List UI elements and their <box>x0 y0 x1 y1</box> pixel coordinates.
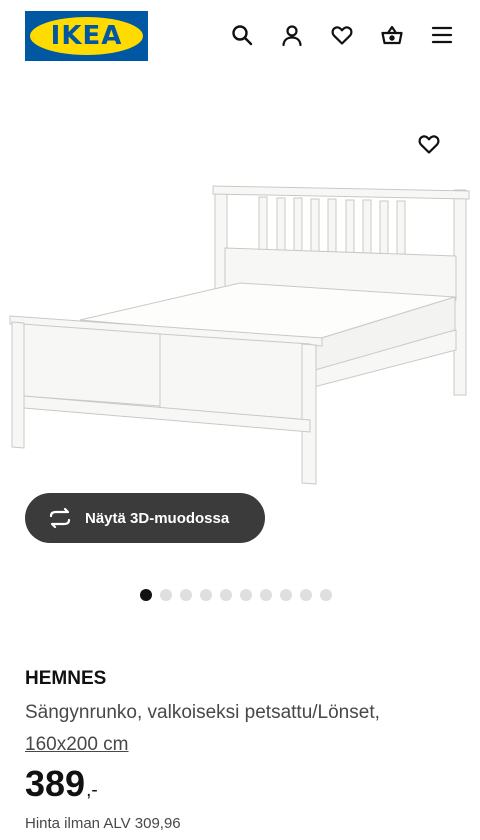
product-description-text: Sängynrunko, valkoiseksi petsattu/Lönset… <box>25 702 380 723</box>
pagination-dot[interactable] <box>220 589 232 601</box>
pagination-dot[interactable] <box>180 589 192 601</box>
pagination-dot[interactable] <box>240 589 252 601</box>
pagination-dot[interactable] <box>260 589 272 601</box>
product-name: HEMNES <box>25 668 107 689</box>
pagination-dot[interactable] <box>140 589 152 601</box>
price-integer: 389 <box>25 763 86 804</box>
product-image[interactable] <box>0 110 480 510</box>
user-icon[interactable] <box>279 22 305 48</box>
pagination-dot[interactable] <box>320 589 332 601</box>
view-3d-label: Näytä 3D-muodossa <box>85 509 230 527</box>
search-icon[interactable] <box>229 22 255 48</box>
pagination-dot[interactable] <box>300 589 312 601</box>
basket-icon[interactable] <box>379 22 405 48</box>
rotate-3d-icon <box>49 508 71 528</box>
product-description: Sängynrunko, valkoiseksi petsattu/Lönset… <box>25 697 465 761</box>
ikea-logo[interactable]: IKEA <box>25 11 148 61</box>
product-price: 389 ,- <box>25 763 98 805</box>
product-size-link[interactable]: 160x200 cm <box>25 729 129 761</box>
header: IKEA <box>0 0 480 72</box>
heart-icon[interactable] <box>329 22 355 48</box>
pagination-dot[interactable] <box>160 589 172 601</box>
pagination-dot[interactable] <box>200 589 212 601</box>
view-3d-button[interactable]: Näytä 3D-muodossa <box>25 493 265 543</box>
menu-icon[interactable] <box>429 22 455 48</box>
bed-frame-illustration <box>9 185 470 485</box>
price-excl-vat: Hinta ilman ALV 309,96 <box>25 815 181 832</box>
logo-text: IKEA <box>50 21 123 51</box>
gallery-pagination <box>140 589 332 601</box>
pagination-dot[interactable] <box>280 589 292 601</box>
price-suffix: ,- <box>86 780 98 801</box>
favorite-icon[interactable] <box>416 132 444 158</box>
